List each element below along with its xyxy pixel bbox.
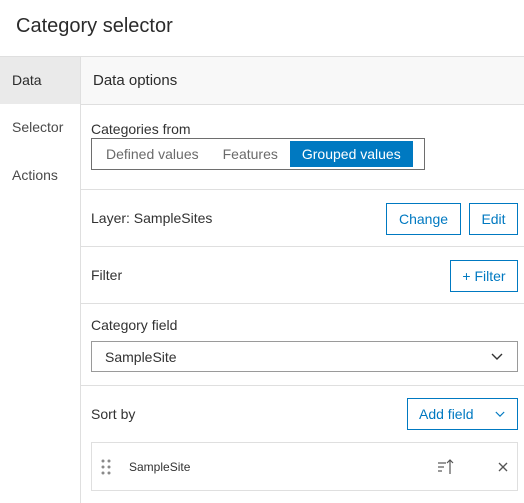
chevron-down-icon xyxy=(495,411,505,417)
close-icon[interactable] xyxy=(497,461,509,473)
category-field-section: Category field SampleSite xyxy=(81,304,524,386)
add-field-button[interactable]: Add field xyxy=(407,398,518,430)
change-layer-button[interactable]: Change xyxy=(386,203,461,235)
layer-section: Layer: SampleSites Change Edit xyxy=(81,190,524,247)
filter-section: Filter + Filter xyxy=(81,247,524,304)
edit-layer-button[interactable]: Edit xyxy=(469,203,518,235)
panel-title-bar: Data options xyxy=(81,57,524,105)
panel-header: Category selector xyxy=(0,0,524,57)
category-field-label: Category field xyxy=(91,317,178,333)
categories-section: Categories from Defined values Features … xyxy=(81,105,524,190)
option-defined-values[interactable]: Defined values xyxy=(94,141,211,167)
filter-label: Filter xyxy=(91,267,123,283)
option-grouped-values[interactable]: Grouped values xyxy=(289,141,413,167)
sort-field-row: SampleSite xyxy=(91,442,518,491)
drag-handle-icon[interactable] xyxy=(101,459,111,475)
page-title: Category selector xyxy=(16,15,173,37)
layer-label: Layer: SampleSites xyxy=(91,210,213,226)
category-field-select[interactable]: SampleSite xyxy=(91,341,518,372)
sort-field-name: SampleSite xyxy=(129,460,191,474)
panel-title: Data options xyxy=(93,72,178,89)
option-features[interactable]: Features xyxy=(211,141,290,167)
category-field-value: SampleSite xyxy=(105,349,177,365)
categories-segmented-control: Defined values Features Grouped values xyxy=(91,138,425,170)
add-field-label: Add field xyxy=(419,406,474,422)
sidebar-item-actions[interactable]: Actions xyxy=(0,152,80,199)
sort-ascending-icon[interactable] xyxy=(437,458,455,476)
sidebar: Data Selector Actions xyxy=(0,57,81,503)
sort-by-label: Sort by xyxy=(91,406,136,422)
sidebar-item-data[interactable]: Data xyxy=(0,57,80,104)
categories-label: Categories from xyxy=(91,121,191,137)
chevron-down-icon xyxy=(491,353,503,360)
sidebar-item-selector[interactable]: Selector xyxy=(0,104,80,151)
add-filter-button[interactable]: + Filter xyxy=(450,260,518,292)
data-options-panel: Data options Categories from Defined val… xyxy=(81,57,524,503)
